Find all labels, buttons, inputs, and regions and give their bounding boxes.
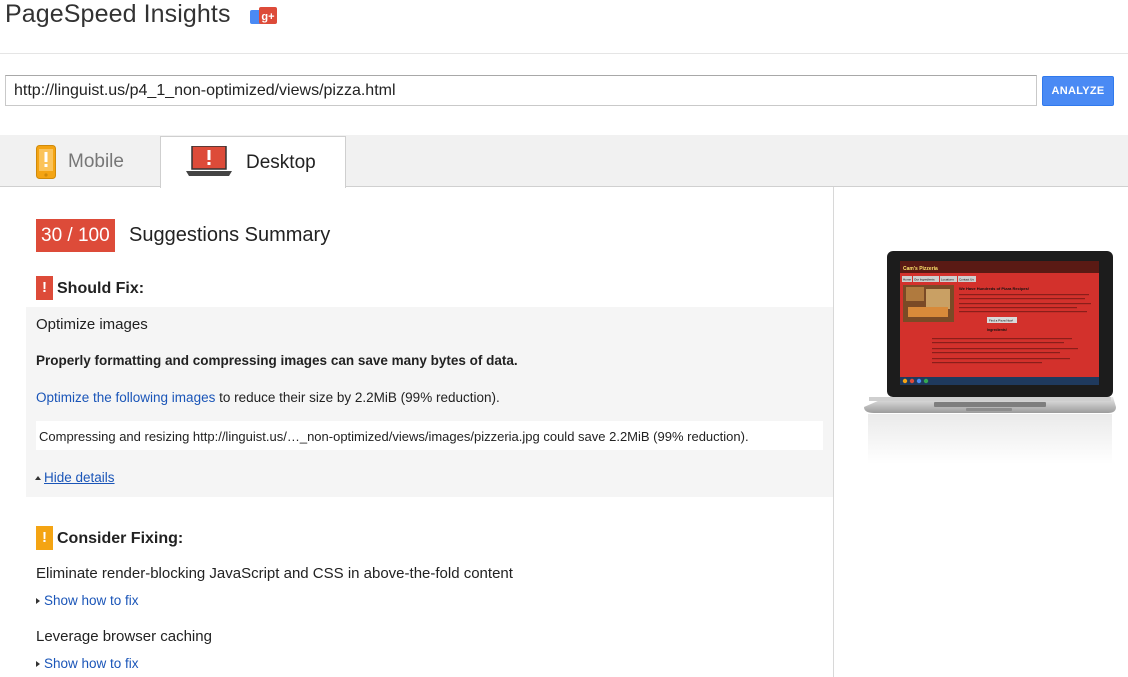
- rule-description: Optimize the following images to reduce …: [36, 390, 500, 405]
- tab-desktop[interactable]: Desktop: [160, 136, 346, 188]
- preview-nav-2: Locations: [941, 278, 954, 282]
- consider-fixing-icon: !: [36, 526, 53, 550]
- show-how-to-fix-label: Show how to fix: [44, 656, 139, 671]
- preview-nav-3: Contact Us: [959, 278, 974, 282]
- summary-title: Suggestions Summary: [129, 224, 331, 246]
- optimize-images-link[interactable]: Optimize the following images: [36, 390, 215, 405]
- preview-nav-1: Our Ingredients: [914, 278, 935, 282]
- rule-optimize-images: Optimize images Properly formatting and …: [26, 307, 833, 497]
- tab-mobile[interactable]: Mobile: [5, 135, 160, 187]
- consider-fixing-heading: Consider Fixing:: [57, 530, 184, 547]
- gplus-text: g+: [261, 11, 274, 23]
- laptop-reflection: [868, 414, 1112, 464]
- phone-icon: [36, 145, 56, 179]
- rule-detail-item: Compressing and resizing http://linguist…: [36, 421, 823, 450]
- tab-desktop-label: Desktop: [246, 152, 316, 173]
- page-header: PageSpeed Insights g+: [0, 0, 1128, 54]
- hide-details-link[interactable]: Hide details: [35, 470, 115, 485]
- url-input[interactable]: [5, 75, 1037, 106]
- device-tabs: Mobile Desktop: [0, 135, 1128, 188]
- should-fix-heading: Should Fix:: [57, 280, 145, 297]
- preview-headline: We Have Hundreds of Pizza Recipes!: [959, 286, 1029, 291]
- rule-browser-caching[interactable]: Leverage browser caching: [36, 628, 212, 645]
- rule-summary: Properly formatting and compressing imag…: [36, 353, 518, 368]
- rule-description-text: to reduce their size by 2.2MiB (99% redu…: [215, 390, 500, 405]
- expand-triangle-icon: [36, 661, 40, 667]
- desktop-screenshot-preview: Cam's Pizzeria Home Our Ingredients Loca…: [864, 251, 1116, 464]
- expand-triangle-icon: [36, 598, 40, 604]
- should-fix-icon: !: [36, 276, 53, 300]
- show-how-to-fix-label: Show how to fix: [44, 593, 139, 608]
- preview-nav-0: Home: [903, 278, 911, 282]
- content-divider: [833, 187, 834, 677]
- collapse-triangle-icon: [35, 476, 41, 480]
- laptop-keyboard: [934, 402, 1046, 407]
- score-badge: 30 / 100: [36, 219, 115, 252]
- show-how-to-fix-link[interactable]: Show how to fix: [36, 593, 139, 608]
- preview-section: Ingredients!: [987, 328, 1007, 332]
- hide-details-label: Hide details: [44, 470, 115, 485]
- analyze-button[interactable]: ANALYZE: [1042, 76, 1114, 106]
- rule-title[interactable]: Optimize images: [36, 316, 148, 333]
- google-plus-icon[interactable]: g+: [250, 7, 277, 27]
- preview-site-title: Cam's Pizzeria: [903, 266, 938, 272]
- preview-taskbar: [900, 377, 1099, 385]
- laptop-trackpad: [966, 408, 1012, 411]
- preview-button: Find a Pizza Now!: [989, 319, 1013, 323]
- app-title: PageSpeed Insights: [5, 0, 231, 28]
- rule-render-blocking[interactable]: Eliminate render-blocking JavaScript and…: [36, 565, 513, 582]
- show-how-to-fix-link[interactable]: Show how to fix: [36, 656, 139, 671]
- tab-mobile-label: Mobile: [68, 151, 124, 172]
- laptop-icon: [186, 146, 232, 176]
